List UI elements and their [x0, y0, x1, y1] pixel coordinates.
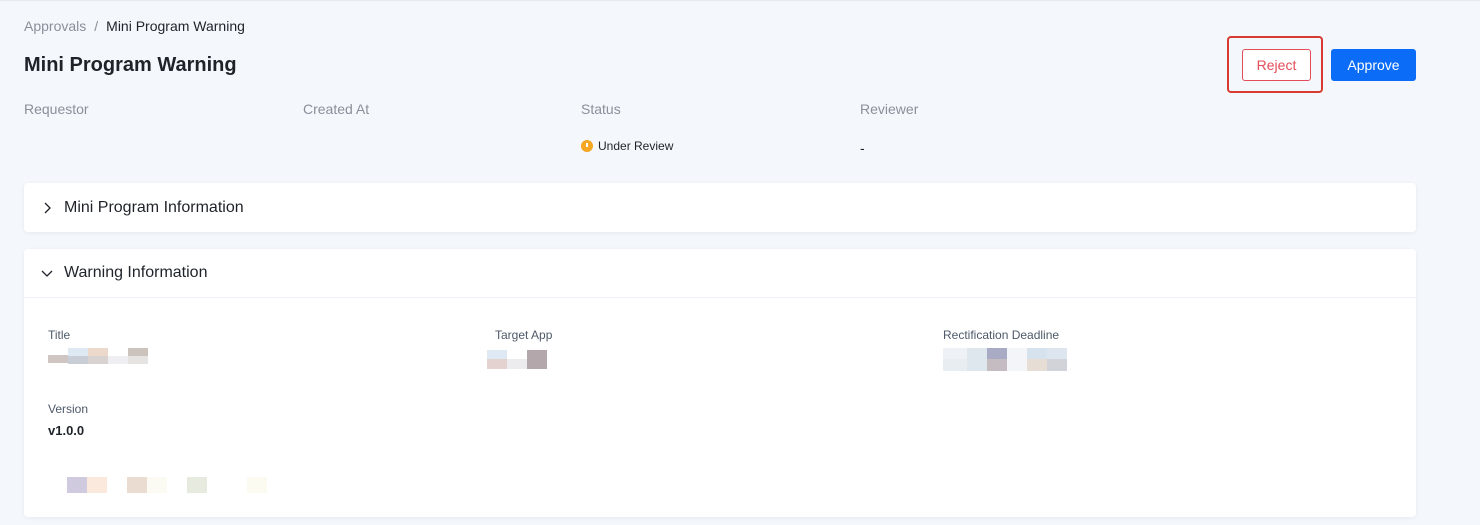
status-value: Under Review — [598, 139, 674, 153]
version-field-value: v1.0.0 — [48, 423, 85, 438]
approve-button[interactable]: Approve — [1331, 49, 1416, 81]
status-badge: Under Review — [581, 139, 673, 153]
reject-button[interactable]: Reject — [1242, 49, 1311, 81]
target-app-field-label: Target App — [495, 328, 553, 342]
breadcrumb-separator: / — [94, 18, 99, 34]
breadcrumb: Approvals / Mini Program Warning — [24, 18, 245, 34]
clock-icon — [581, 140, 593, 152]
mini-program-information-header[interactable]: Mini Program Information — [24, 183, 1416, 232]
requestor-label: Requestor — [24, 101, 89, 117]
reviewer-value: - — [860, 140, 865, 156]
rectification-deadline-field-label: Rectification Deadline — [943, 328, 1060, 342]
reviewer-label: Reviewer — [860, 101, 919, 117]
breadcrumb-approvals-link[interactable]: Approvals — [24, 18, 86, 34]
mini-program-information-section: Mini Program Information — [24, 183, 1416, 232]
title-field-label: Title — [48, 328, 71, 342]
mini-program-information-title: Mini Program Information — [64, 198, 244, 216]
approval-detail-page: Approvals / Mini Program Warning Mini Prog… — [0, 0, 1480, 525]
breadcrumb-current: Mini Program Warning — [106, 18, 245, 34]
warning-information-section: Warning Information Title Target App Rec… — [24, 249, 1416, 517]
status-label: Status — [581, 101, 621, 117]
chevron-right-icon — [44, 202, 51, 213]
warning-information-header[interactable]: Warning Information — [24, 249, 1416, 298]
version-field-label: Version — [48, 402, 89, 416]
chevron-down-icon — [41, 270, 53, 277]
warning-information-title: Warning Information — [64, 264, 208, 281]
created-at-label: Created At — [303, 101, 370, 117]
page-title: Mini Program Warning — [24, 54, 237, 76]
